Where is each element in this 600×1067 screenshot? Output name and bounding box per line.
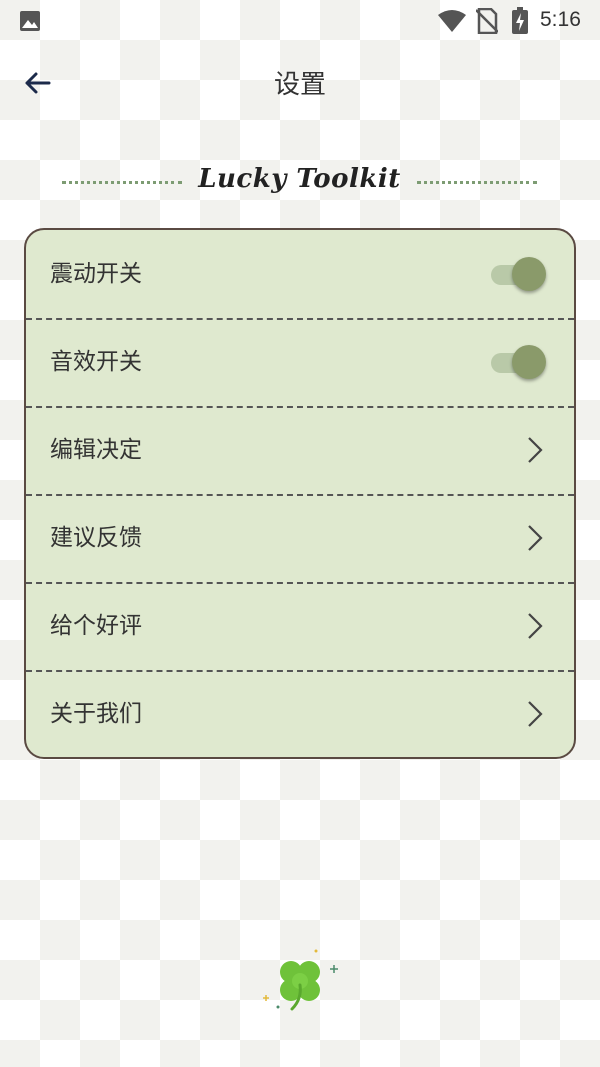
gallery-icon bbox=[19, 10, 41, 36]
page-title: 设置 bbox=[273, 70, 326, 100]
setting-row-rate[interactable]: 给个好评 bbox=[26, 582, 574, 672]
vibration-toggle[interactable] bbox=[491, 256, 547, 292]
brand-title: Lucky Toolkit bbox=[198, 164, 401, 194]
no-sim-icon bbox=[475, 7, 499, 38]
dotted-divider-left bbox=[62, 181, 182, 184]
setting-row-about[interactable]: 关于我们 bbox=[26, 670, 574, 757]
clover-icon bbox=[258, 945, 342, 1021]
vibration-label: 震动开关 bbox=[50, 261, 142, 287]
feedback-label: 建议反馈 bbox=[50, 525, 142, 551]
rate-label: 给个好评 bbox=[50, 613, 142, 639]
about-label: 关于我们 bbox=[50, 701, 142, 727]
setting-row-vibration: 震动开关 bbox=[26, 230, 574, 320]
chevron-right-icon bbox=[526, 612, 544, 644]
dotted-divider-right bbox=[417, 181, 537, 184]
brand-header: Lucky Toolkit bbox=[0, 160, 600, 204]
sound-label: 音效开关 bbox=[50, 349, 142, 375]
setting-row-feedback[interactable]: 建议反馈 bbox=[26, 494, 574, 584]
toggle-thumb bbox=[512, 345, 546, 379]
setting-row-sound: 音效开关 bbox=[26, 318, 574, 408]
status-time: 5:16 bbox=[540, 8, 581, 31]
setting-row-edit-decision[interactable]: 编辑决定 bbox=[26, 406, 574, 496]
chevron-right-icon bbox=[526, 700, 544, 732]
sound-toggle[interactable] bbox=[491, 344, 547, 380]
toggle-thumb bbox=[512, 257, 546, 291]
wifi-icon bbox=[437, 9, 467, 37]
chevron-right-icon bbox=[526, 436, 544, 468]
settings-card: 震动开关 音效开关 编辑决定 建议反馈 给个好评 关于我们 bbox=[24, 228, 576, 759]
status-bar: 5:16 bbox=[0, 0, 600, 42]
battery-charging-icon bbox=[511, 7, 529, 39]
edit-decision-label: 编辑决定 bbox=[50, 437, 142, 463]
chevron-right-icon bbox=[526, 524, 544, 556]
